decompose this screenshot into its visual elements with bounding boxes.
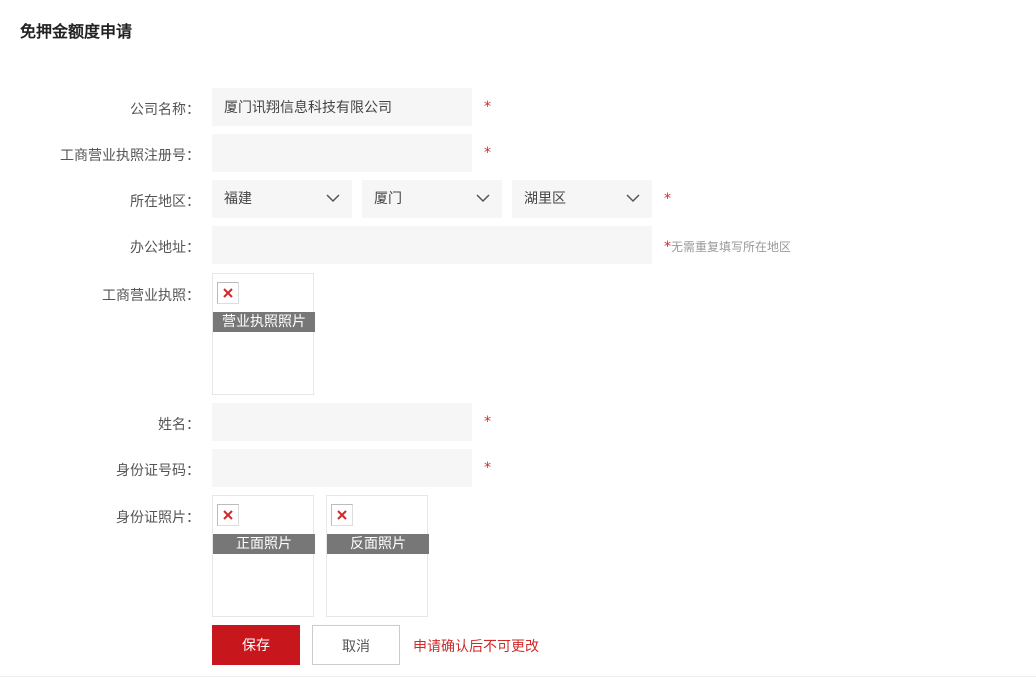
name-input[interactable] bbox=[212, 403, 472, 441]
chevron-down-icon bbox=[626, 194, 640, 203]
id-no-label: 身份证号码： bbox=[116, 463, 200, 479]
id-front-caption: 正面照片 bbox=[213, 534, 315, 554]
irreversible-note: 申请确认后不可更改 bbox=[413, 639, 539, 655]
broken-image-icon bbox=[217, 504, 239, 526]
province-value: 福建 bbox=[224, 191, 252, 207]
address-label: 办公地址： bbox=[130, 240, 200, 256]
district-value: 湖里区 bbox=[524, 191, 566, 207]
address-hint-text: 无需重复填写所在地区 bbox=[671, 240, 792, 254]
company-name-input[interactable] bbox=[212, 88, 472, 126]
bottom-divider bbox=[0, 676, 1036, 677]
broken-image-icon bbox=[331, 504, 353, 526]
city-value: 厦门 bbox=[374, 191, 402, 207]
id-no-input[interactable] bbox=[212, 449, 472, 487]
company-name-required-mark: * bbox=[484, 99, 491, 115]
broken-image-icon bbox=[217, 282, 239, 304]
id-back-upload[interactable]: 反面照片 bbox=[326, 495, 429, 617]
name-label: 姓名： bbox=[158, 417, 200, 433]
province-select[interactable]: 福建 bbox=[212, 180, 352, 218]
address-hint-star: * bbox=[664, 239, 671, 255]
district-select[interactable]: 湖里区 bbox=[512, 180, 652, 218]
cancel-button[interactable]: 取消 bbox=[312, 625, 400, 665]
chevron-down-icon bbox=[476, 194, 490, 203]
license-caption: 营业执照照片 bbox=[213, 312, 315, 332]
reg-no-required-mark: * bbox=[484, 145, 491, 161]
id-no-required-mark: * bbox=[484, 460, 491, 476]
address-input[interactable] bbox=[212, 226, 652, 264]
chevron-down-icon bbox=[326, 194, 340, 203]
address-hint: *无需重复填写所在地区 bbox=[664, 238, 791, 255]
license-label: 工商营业执照： bbox=[102, 288, 200, 304]
city-select[interactable]: 厦门 bbox=[362, 180, 502, 218]
company-name-label: 公司名称： bbox=[130, 102, 200, 118]
reg-no-input[interactable] bbox=[212, 134, 472, 172]
region-label: 所在地区： bbox=[130, 194, 200, 210]
license-upload[interactable]: 营业执照照片 bbox=[212, 273, 315, 395]
id-photo-label: 身份证照片： bbox=[116, 510, 200, 526]
reg-no-label: 工商营业执照注册号： bbox=[60, 148, 200, 164]
id-back-caption: 反面照片 bbox=[327, 534, 429, 554]
id-front-upload[interactable]: 正面照片 bbox=[212, 495, 315, 617]
save-button[interactable]: 保存 bbox=[212, 625, 300, 665]
name-required-mark: * bbox=[484, 414, 491, 430]
region-required-mark: * bbox=[664, 191, 671, 207]
page-title: 免押金额度申请 bbox=[20, 22, 133, 41]
